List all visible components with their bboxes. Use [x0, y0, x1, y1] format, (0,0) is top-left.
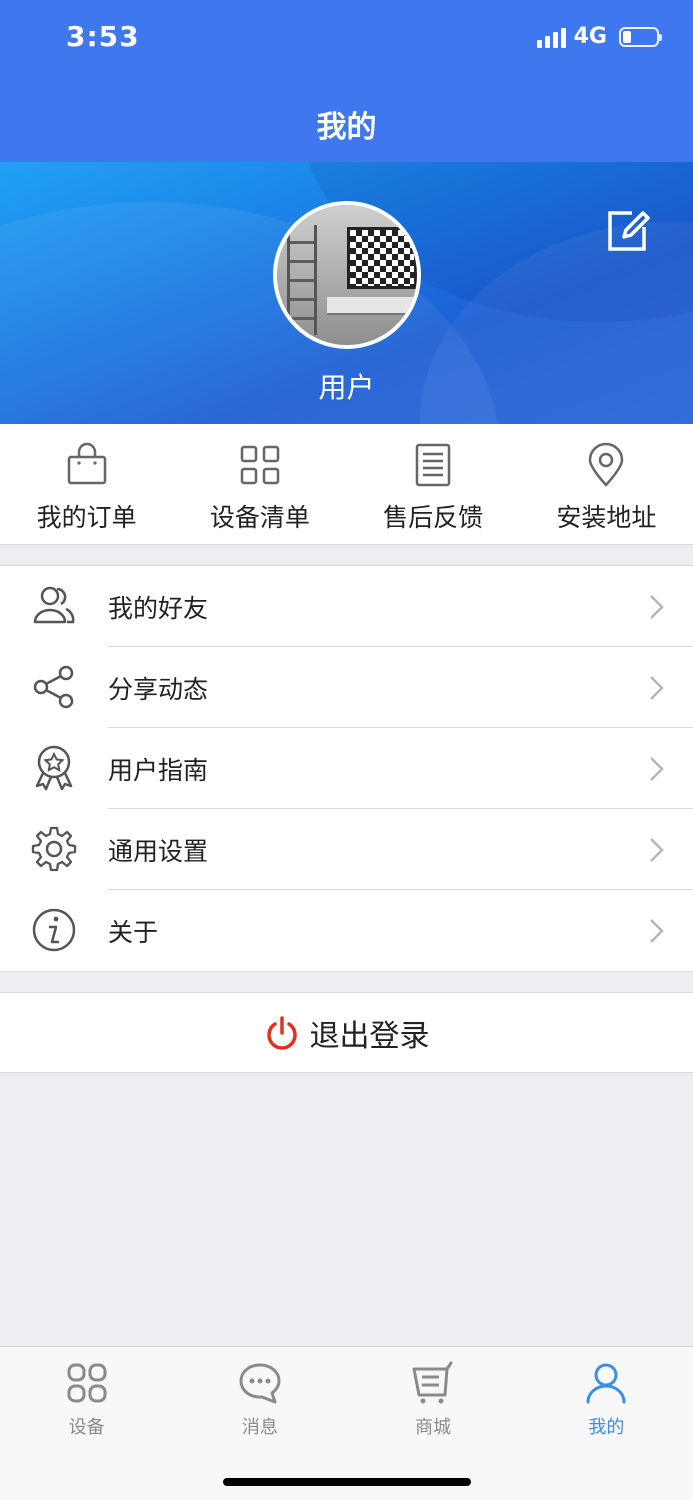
home-indicator[interactable]	[223, 1478, 471, 1486]
menu-item-about[interactable]: 关于	[0, 890, 693, 971]
award-badge-icon	[35, 745, 73, 791]
status-indicators: 4G	[536, 24, 662, 49]
menu-item-label: 关于	[108, 917, 159, 947]
signal-icon	[536, 26, 566, 48]
shopping-bag-icon	[67, 442, 106, 485]
quick-action-label: 设备清单	[209, 503, 310, 532]
battery-level	[623, 30, 631, 43]
menu-item-guide[interactable]: 用户指南	[0, 728, 693, 809]
header: 3:53 4G 我的	[0, 0, 693, 162]
status-time: 3:53	[66, 20, 140, 53]
location-pin-icon	[589, 442, 624, 487]
document-list-icon	[415, 443, 451, 487]
gear-icon	[31, 826, 77, 872]
tab-devices[interactable]: 设备	[0, 1347, 173, 1500]
message-icon	[239, 1363, 281, 1404]
quick-action-orders[interactable]: 我的订单	[0, 424, 173, 544]
menu-item-share[interactable]: 分享动态	[0, 647, 693, 728]
battery-icon	[619, 26, 662, 47]
quick-action-label: 我的订单	[36, 503, 137, 532]
logout-label: 退出登录	[309, 1018, 430, 1054]
menu-item-label: 我的好友	[108, 593, 209, 623]
tab-bar: 设备 消息 商城 我的	[0, 1346, 693, 1500]
page-title: 我的	[316, 110, 377, 145]
user-icon	[586, 1363, 626, 1404]
tab-label: 商城	[415, 1417, 452, 1438]
chevron-right-icon	[650, 594, 664, 619]
share-icon	[33, 665, 74, 709]
tab-label: 消息	[241, 1417, 278, 1438]
chevron-right-icon	[650, 837, 664, 862]
quick-action-devices[interactable]: 设备清单	[173, 424, 346, 544]
tab-profile[interactable]: 我的	[520, 1347, 693, 1500]
logout-button[interactable]: 退出登录	[0, 992, 693, 1073]
power-icon	[266, 1015, 297, 1050]
edit-icon	[608, 211, 650, 251]
edit-profile-button[interactable]	[602, 205, 652, 255]
network-type: 4G	[573, 24, 607, 49]
quick-action-label: 安装地址	[556, 503, 657, 532]
quick-action-label: 售后反馈	[383, 503, 484, 532]
avatar[interactable]	[273, 201, 421, 349]
chevron-right-icon	[650, 756, 664, 781]
tab-label: 设备	[68, 1417, 105, 1438]
quick-action-feedback[interactable]: 售后反馈	[347, 424, 520, 544]
store-cart-icon	[412, 1361, 453, 1404]
quick-actions: 我的订单 设备清单 售后反馈 安装地址	[0, 424, 693, 545]
settings-menu: 我的好友 分享动态 用户指南 通用设置 关于	[0, 565, 693, 972]
profile-screen: 3:53 4G 我的 用户 我的订单 设备清单 售后反馈 安装地址 我的好友 分…	[0, 0, 693, 1500]
chevron-right-icon	[650, 675, 664, 700]
devices-icon	[67, 1363, 107, 1403]
menu-item-label: 通用设置	[108, 836, 209, 866]
quick-action-address[interactable]: 安装地址	[520, 424, 693, 544]
info-icon	[32, 908, 76, 952]
menu-item-friends[interactable]: 我的好友	[0, 566, 693, 647]
profile-banner: 用户	[0, 162, 693, 424]
grid-icon	[240, 445, 280, 485]
friends-icon	[33, 586, 75, 624]
menu-item-settings[interactable]: 通用设置	[0, 809, 693, 890]
username: 用户	[318, 371, 375, 404]
menu-item-label: 用户指南	[108, 755, 209, 785]
tab-label: 我的	[588, 1417, 625, 1438]
chevron-right-icon	[650, 918, 664, 943]
menu-item-label: 分享动态	[108, 674, 209, 704]
